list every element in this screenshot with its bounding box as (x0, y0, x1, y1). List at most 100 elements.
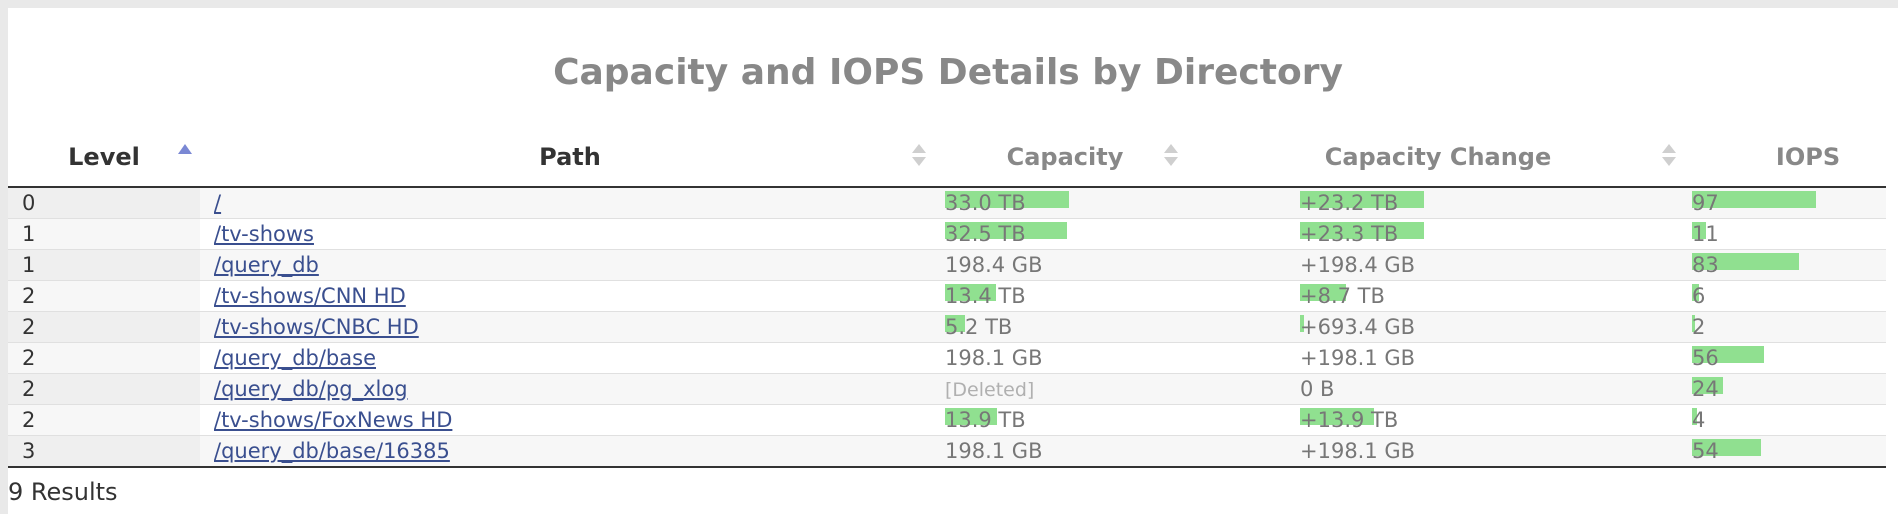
level-cell: 1 (8, 250, 200, 280)
path-cell: /tv-shows/CNBC HD (214, 312, 934, 342)
path-cell: /tv-shows/FoxNews HD (214, 405, 934, 435)
table-row[interactable]: 2/tv-shows/CNN HD 13.4 TB +8.7 TB 6 (8, 281, 1886, 312)
level-cell: 2 (8, 374, 200, 404)
path-link[interactable]: /query_db/base (214, 346, 376, 370)
capacity-change-cell: +198.1 GB (1300, 343, 1680, 373)
table-row[interactable]: 0 / 33.0 TB +23.2 TB 97 (8, 188, 1886, 219)
capacity-change-value: 0 B (1300, 377, 1335, 401)
iops-value: 56 (1692, 346, 1719, 370)
column-header-level-label: Level (68, 143, 140, 171)
column-header-iops[interactable]: IOPS (1708, 134, 1898, 186)
column-header-capacity-change[interactable]: Capacity Change (1228, 134, 1648, 186)
table-row[interactable]: 2/query_db/pg_xlog [Deleted] 0 B 24 (8, 374, 1886, 405)
path-link[interactable]: /tv-shows (214, 222, 314, 246)
path-link[interactable]: /query_db/base/16385 (214, 439, 450, 463)
level-cell: 2 (8, 312, 200, 342)
table-row[interactable]: 3/query_db/base/16385 198.1 GB +198.1 GB 54 (8, 436, 1886, 468)
capacity-change-cell: +198.1 GB (1300, 436, 1680, 466)
capacity-change-cell: 0 B (1300, 374, 1680, 404)
table-row[interactable]: 2/tv-shows/FoxNews HD 13.9 TB +13.9 TB 4 (8, 405, 1886, 436)
table-header: Level Path Capacity Capacity Change IOPS (8, 134, 1886, 188)
iops-value: 2 (1692, 315, 1706, 339)
path-cell: /tv-shows/CNN HD (214, 281, 934, 311)
path-cell: /query_db/base (214, 343, 934, 373)
capacity-value: 32.5 TB (945, 222, 1026, 246)
iops-value: 54 (1692, 439, 1719, 463)
capacity-value: 13.4 TB (945, 284, 1026, 308)
column-header-iops-label: IOPS (1775, 143, 1841, 171)
column-header-capacity[interactable]: Capacity (940, 134, 1190, 186)
sort-ascending-icon[interactable] (178, 144, 192, 154)
capacity-change-cell: +8.7 TB (1300, 281, 1680, 311)
capacity-change-cell: +198.4 GB (1300, 250, 1680, 280)
capacity-cell: 32.5 TB (945, 219, 1285, 249)
report-panel: Capacity and IOPS Details by Directory L… (8, 8, 1898, 514)
table-row[interactable]: 2/query_db/base 198.1 GB +198.1 GB 56 (8, 343, 1886, 374)
capacity-change-value: +8.7 TB (1300, 284, 1385, 308)
results-count: 9 Results (8, 478, 118, 506)
iops-cell: 83 (1692, 250, 1892, 280)
iops-value: 11 (1692, 222, 1719, 246)
path-link[interactable]: /query_db/pg_xlog (214, 377, 408, 401)
capacity-cell: 33.0 TB (945, 188, 1285, 218)
sort-toggle-icon[interactable] (912, 144, 926, 168)
path-link[interactable]: / (214, 191, 221, 215)
iops-cell: 4 (1692, 405, 1892, 435)
table-row[interactable]: 2/tv-shows/CNBC HD 5.2 TB +693.4 GB 2 (8, 312, 1886, 343)
capacity-value: 5.2 TB (945, 315, 1013, 339)
iops-cell: 97 (1692, 188, 1892, 218)
column-header-capacity-change-label: Capacity Change (1324, 143, 1552, 171)
path-link[interactable]: /tv-shows/FoxNews HD (214, 408, 452, 432)
table-body: 0 / 33.0 TB +23.2 TB 97 1/tv-shows 32.5 TB +23.… (8, 188, 1886, 468)
iops-value: 6 (1692, 284, 1706, 308)
level-cell: 2 (8, 281, 200, 311)
capacity-cell: 13.9 TB (945, 405, 1285, 435)
iops-cell: 11 (1692, 219, 1892, 249)
iops-cell: 2 (1692, 312, 1892, 342)
capacity-cell: 198.4 GB (945, 250, 1285, 280)
sort-toggle-icon[interactable] (1662, 144, 1676, 168)
capacity-change-cell: +23.3 TB (1300, 219, 1680, 249)
level-cell: 0 (8, 188, 200, 218)
report-title: Capacity and IOPS Details by Directory (553, 52, 1343, 93)
capacity-value: [Deleted] (945, 379, 1035, 401)
table-row[interactable]: 1/query_db 198.4 GB +198.4 GB 83 (8, 250, 1886, 281)
iops-cell: 54 (1692, 436, 1892, 466)
iops-value: 4 (1692, 408, 1706, 432)
capacity-value: 198.1 GB (945, 346, 1043, 370)
capacity-change-value: +23.3 TB (1300, 222, 1399, 246)
path-cell: /query_db/pg_xlog (214, 374, 934, 404)
path-link[interactable]: /tv-shows/CNN HD (214, 284, 406, 308)
iops-cell: 6 (1692, 281, 1892, 311)
path-cell: / (214, 188, 934, 218)
iops-value: 24 (1692, 377, 1719, 401)
capacity-cell: 5.2 TB (945, 312, 1285, 342)
iops-cell: 24 (1692, 374, 1892, 404)
level-cell: 2 (8, 405, 200, 435)
column-header-level[interactable]: Level (8, 134, 200, 186)
capacity-value: 198.1 GB (945, 439, 1043, 463)
sort-toggle-icon[interactable] (1164, 144, 1178, 168)
level-cell: 3 (8, 436, 200, 466)
path-cell: /query_db (214, 250, 934, 280)
iops-cell: 56 (1692, 343, 1892, 373)
capacity-value: 198.4 GB (945, 253, 1043, 277)
path-link[interactable]: /tv-shows/CNBC HD (214, 315, 419, 339)
iops-value: 97 (1692, 191, 1719, 215)
capacity-value: 13.9 TB (945, 408, 1026, 432)
capacity-change-value: +198.4 GB (1300, 253, 1416, 277)
column-header-path[interactable]: Path (200, 134, 940, 186)
table-row[interactable]: 1/tv-shows 32.5 TB +23.3 TB 11 (8, 219, 1886, 250)
path-link[interactable]: /query_db (214, 253, 319, 277)
capacity-change-value: +198.1 GB (1300, 439, 1416, 463)
capacity-cell: 13.4 TB (945, 281, 1285, 311)
capacity-value: 33.0 TB (945, 191, 1026, 215)
capacity-cell: 198.1 GB (945, 436, 1285, 466)
capacity-change-cell: +23.2 TB (1300, 188, 1680, 218)
level-cell: 2 (8, 343, 200, 373)
capacity-change-value: +693.4 GB (1300, 315, 1416, 339)
path-cell: /tv-shows (214, 219, 934, 249)
path-cell: /query_db/base/16385 (214, 436, 934, 466)
level-cell: 1 (8, 219, 200, 249)
capacity-change-value: +23.2 TB (1300, 191, 1399, 215)
